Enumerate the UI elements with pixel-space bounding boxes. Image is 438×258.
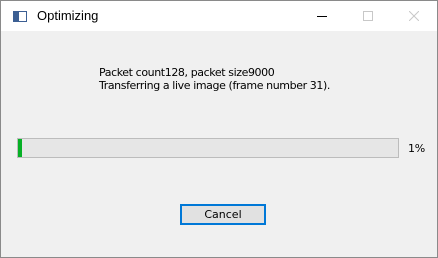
status-message: Packet count128, packet size9000 Transfe… — [99, 66, 330, 92]
transfer-status-text: Transferring a live image (frame number … — [99, 79, 330, 92]
maximize-button[interactable] — [345, 1, 391, 31]
close-icon — [409, 11, 419, 21]
cancel-button[interactable]: Cancel — [180, 204, 266, 225]
optimizing-dialog: Optimizing Packet count128, packet size9… — [0, 0, 438, 258]
close-button[interactable] — [391, 1, 437, 31]
minimize-button[interactable] — [299, 1, 345, 31]
window-title: Optimizing — [37, 8, 99, 23]
title-bar[interactable]: Optimizing — [1, 1, 437, 31]
progress-bar-fill — [18, 139, 22, 157]
progress-bar — [17, 138, 399, 158]
minimize-icon — [317, 16, 327, 17]
progress-percent-label: 1% — [408, 142, 425, 155]
packet-info-text: Packet count128, packet size9000 — [99, 66, 275, 79]
maximize-icon — [363, 11, 373, 21]
application-window-icon — [13, 11, 27, 22]
